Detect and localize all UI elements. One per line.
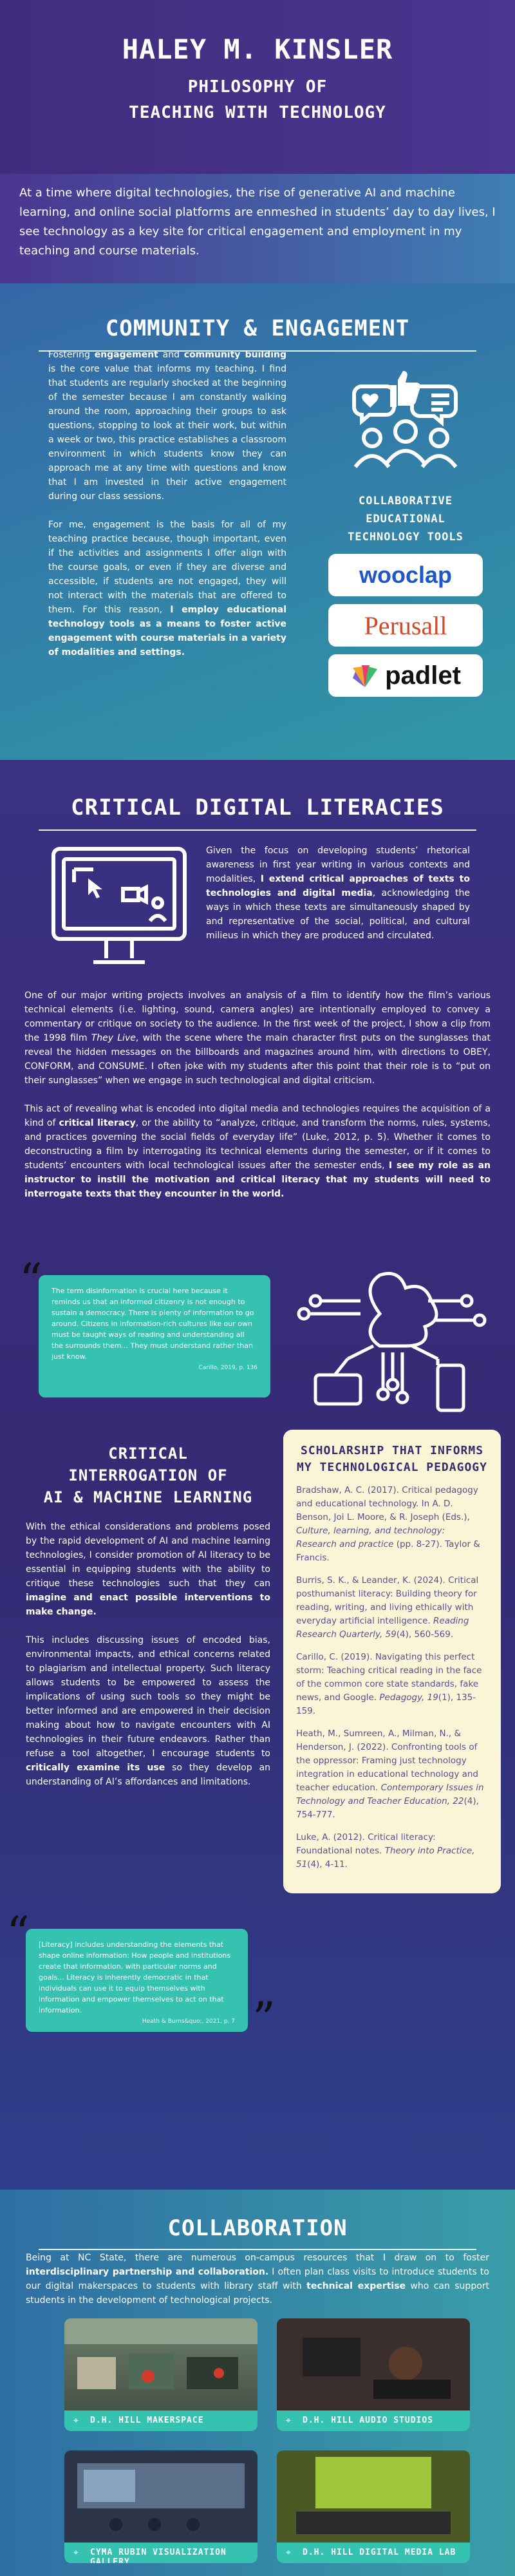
ai-title: Critical Interrogation of AI & Machine L… — [43, 1444, 253, 1506]
quote-text: [Literacy] includes understanding the el… — [39, 1940, 231, 2014]
audio-studio-photo — [277, 2318, 470, 2410]
literacies-title: Critical Digital Literacies — [71, 795, 444, 820]
perusall-logo: Perusall — [328, 604, 483, 647]
intro-text: At a time where digital technologies, th… — [19, 186, 496, 258]
literacies-paragraph-1: Given the focus on developing students’ … — [206, 846, 470, 941]
scholarship-title: Scholarship That Informs My Technologica… — [297, 1444, 487, 1474]
quote-citation: Carillo, 2019, p. 136 — [198, 1365, 258, 1371]
tile-label: Cyma Rubin Visualization Gallery — [64, 2543, 258, 2563]
monitor-icon — [52, 847, 187, 964]
tile-label: D.H. Hill Makerspace — [64, 2410, 258, 2431]
visualization-gallery-photo — [64, 2450, 258, 2543]
quote-heath: [Literacy] includes understanding the el… — [26, 1929, 248, 2032]
scholarship-box: Scholarship That Informs My Technologica… — [283, 1430, 501, 1893]
literacies-paragraph-3: This act of revealing what is encoded in… — [24, 1104, 491, 1199]
collaboration-title: Collaboration — [167, 2215, 348, 2241]
author-name: Haley M. Kinsler — [122, 33, 393, 65]
photo-tile-audio: D.H. Hill Audio Studios ⌖ — [277, 2318, 470, 2431]
quote-mark-icon: ” — [252, 1993, 276, 2045]
community-paragraph-1: Fostering engagement and community build… — [48, 350, 286, 502]
location-pin-icon: ⌖ — [286, 2416, 291, 2426]
ai-section: With the ethical considerations and prob… — [0, 1430, 515, 2190]
location-pin-icon: ⌖ — [73, 2548, 79, 2558]
reference-item: Luke, A. (2012). Critical literacy: Foun… — [296, 1832, 475, 1870]
quote-text: The term disinformation is crucial here … — [52, 1287, 254, 1361]
community-title: Community & Engagement — [105, 316, 410, 341]
community-paragraph-2: For me, engagement is the basis for all … — [48, 520, 286, 658]
subtitle-line-1: Philosophy of — [187, 77, 328, 97]
quote-carillo: The term disinformation is crucial here … — [39, 1275, 270, 1397]
reference-item: Burris, S. K., & Leander, K. (2024). Cri… — [296, 1575, 479, 1640]
tile-label: D.H. Hill Digital Media Lab — [277, 2543, 470, 2563]
location-pin-icon: ⌖ — [73, 2416, 79, 2426]
makerspace-photo — [64, 2318, 258, 2389]
photo-tile-media-lab: D.H. Hill Digital Media Lab ⌖ — [277, 2450, 470, 2563]
wooclap-logo: wooclap — [328, 554, 483, 596]
reference-item: Bradshaw, A. C. (2017). Critical pedagog… — [296, 1485, 480, 1563]
digital-media-lab-photo — [277, 2450, 470, 2543]
photo-tile-makerspace: D.H. Hill Makerspace ⌖ — [64, 2318, 258, 2431]
reference-item: Heath, M., Sumreen, A., Milman, N., & He… — [296, 1728, 484, 1820]
literacies-paragraph-2: One of our major writing projects involv… — [24, 990, 491, 1086]
literacies-intro: Given the focus on developing students’ … — [206, 844, 470, 943]
padlet-mark-icon — [353, 665, 378, 687]
literacies-section: Critical Digital Literacies Given the fo… — [0, 760, 515, 1520]
header: Haley M. Kinsler Philosophy of Teaching … — [0, 0, 515, 174]
section-divider — [39, 2249, 476, 2250]
reference-item: Carillo, C. (2019). Navigating this perf… — [296, 1652, 482, 1716]
ai-text: With the ethical considerations and prob… — [26, 1520, 270, 1803]
collaboration-section: Collaboration Being at NC State, there a… — [0, 2190, 515, 2576]
ai-circuit-icon — [297, 1272, 487, 1412]
ai-paragraph-2: This includes discussing issues of encod… — [26, 1635, 270, 1787]
section-divider — [39, 829, 476, 831]
tile-label: D.H. Hill Audio Studios — [277, 2410, 470, 2431]
poster: Haley M. Kinsler Philosophy of Teaching … — [0, 0, 515, 2576]
quote-citation: Heath & Burns&quo;, 2021, p. 7 — [142, 2018, 235, 2025]
community-icon — [352, 371, 458, 468]
intro-band: At a time where digital technologies, th… — [0, 174, 515, 283]
location-pin-icon: ⌖ — [286, 2548, 291, 2558]
ai-paragraph-1: With the ethical considerations and prob… — [26, 1522, 270, 1617]
community-text: Fostering engagement and community build… — [48, 348, 286, 659]
tools-panel: Collaborative Educational Technology Too… — [328, 367, 483, 697]
community-section: Community & Engagement Fostering engagem… — [0, 283, 515, 760]
photo-tile-gallery: Cyma Rubin Visualization Gallery ⌖ — [64, 2450, 258, 2563]
padlet-logo: padlet — [328, 654, 483, 697]
literacies-body: One of our major writing projects involv… — [24, 989, 491, 1215]
tools-label: Collaborative Educational Technology Too… — [348, 495, 464, 544]
subtitle-line-2: Teaching with Technology — [129, 103, 386, 122]
collaboration-paragraph: Being at NC State, there are numerous on… — [26, 2253, 490, 2306]
